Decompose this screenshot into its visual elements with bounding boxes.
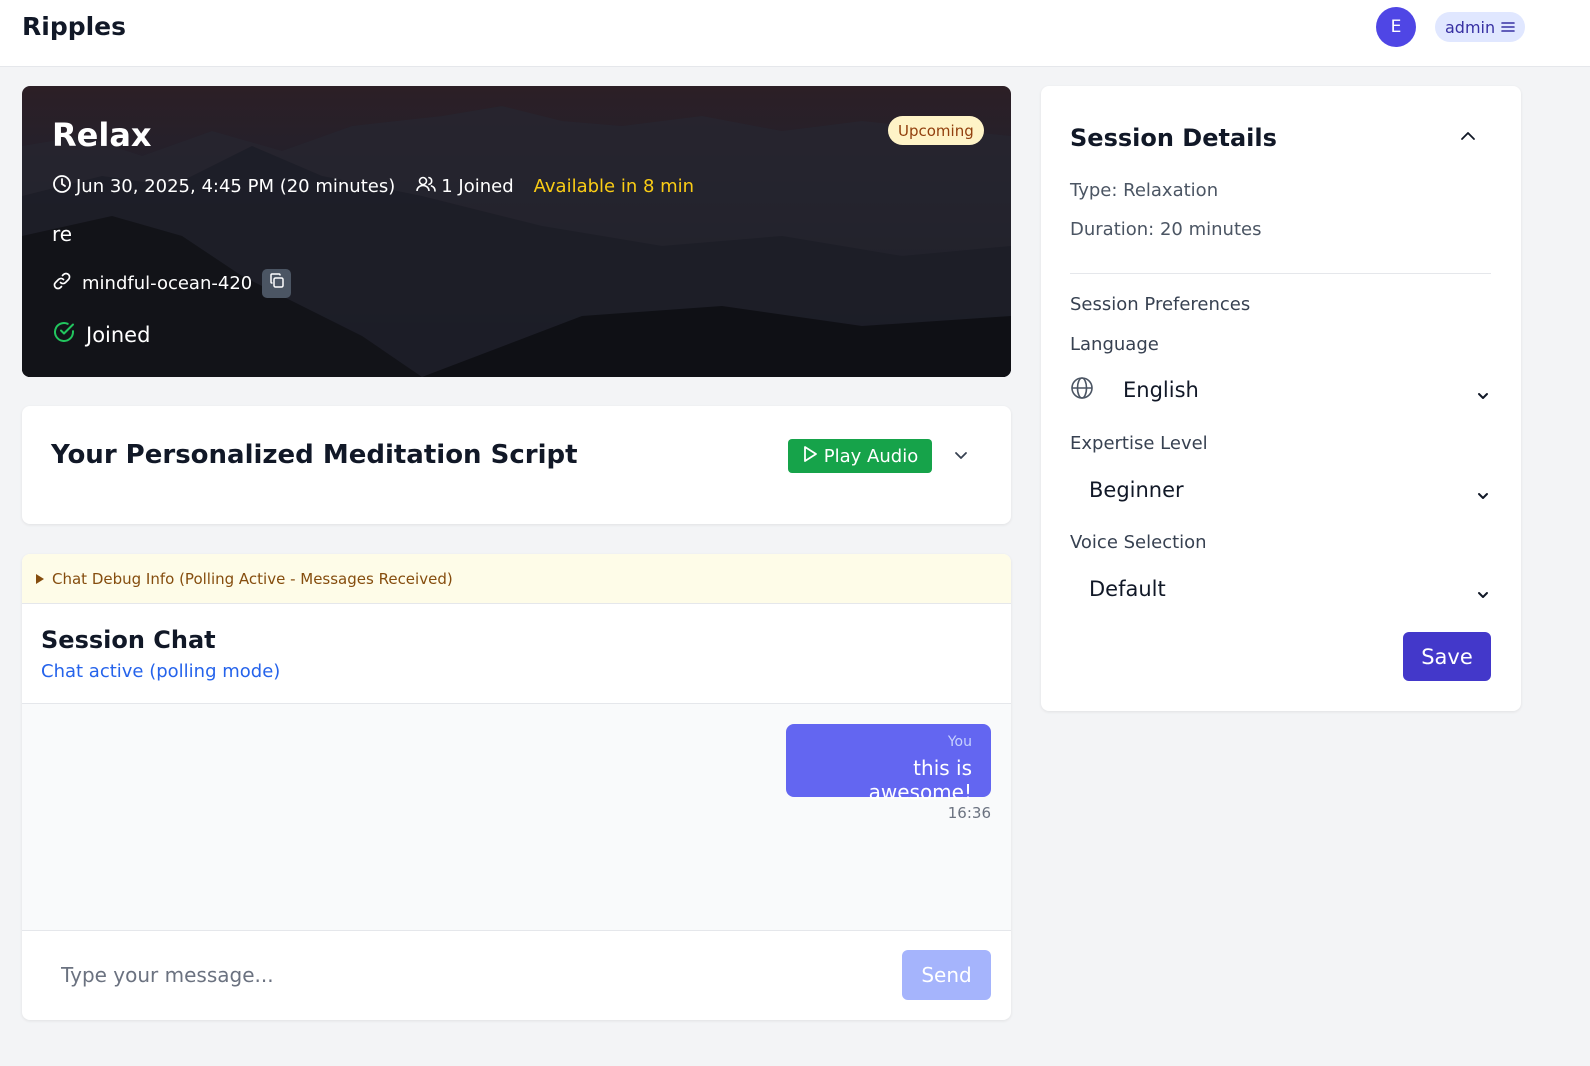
voice-value: Default bbox=[1089, 577, 1166, 601]
joined-status: Joined bbox=[52, 320, 150, 349]
session-duration: Duration: 20 minutes bbox=[1070, 219, 1262, 240]
session-meta: Jun 30, 2025, 4:45 PM (20 minutes) 1 Joi… bbox=[52, 174, 694, 198]
session-datetime: Jun 30, 2025, 4:45 PM (20 minutes) bbox=[52, 174, 395, 199]
users-icon bbox=[415, 174, 437, 199]
chat-title: Session Chat bbox=[41, 626, 216, 654]
globe-icon bbox=[1070, 376, 1094, 405]
top-bar: Ripples E admin bbox=[0, 0, 1590, 67]
voice-label: Voice Selection bbox=[1070, 532, 1207, 553]
session-description: re bbox=[52, 222, 73, 246]
chat-status: Chat active (polling mode) bbox=[41, 661, 281, 682]
user-menu-button[interactable]: admin bbox=[1435, 12, 1526, 42]
expertise-label: Expertise Level bbox=[1070, 433, 1208, 454]
message-text: this is awesome! bbox=[868, 756, 972, 804]
session-details-card: Session Details Type: Relaxation Duratio… bbox=[1041, 86, 1521, 711]
user-name: admin bbox=[1445, 17, 1496, 37]
preferences-heading: Session Preferences bbox=[1070, 294, 1251, 315]
room-code: mindful-ocean-420 bbox=[82, 273, 253, 294]
divider bbox=[1070, 273, 1491, 274]
session-hero-card: Relax Upcoming Jun 30, 2025, 4:45 PM (20… bbox=[22, 86, 1011, 377]
chevron-down-icon bbox=[1477, 483, 1489, 507]
chat-message-input[interactable] bbox=[42, 950, 892, 1000]
voice-select[interactable]: Default bbox=[1070, 569, 1491, 609]
expand-script-chevron-down-icon[interactable] bbox=[952, 446, 970, 468]
triangle-right-icon bbox=[36, 570, 44, 588]
session-type: Type: Relaxation bbox=[1070, 180, 1219, 201]
expertise-select[interactable]: Beginner bbox=[1070, 470, 1491, 510]
availability-text: Available in 8 min bbox=[533, 175, 695, 197]
chat-messages[interactable]: You this is awesome! 16:36 bbox=[22, 704, 1011, 931]
chevron-down-icon bbox=[1477, 383, 1489, 407]
link-icon bbox=[52, 271, 72, 296]
room-code-row: mindful-ocean-420 bbox=[52, 269, 292, 298]
message-sender: You bbox=[947, 734, 972, 750]
check-circle-icon bbox=[52, 320, 76, 349]
send-button[interactable]: Send bbox=[902, 950, 991, 1000]
chat-header: Session Chat Chat active (polling mode) bbox=[22, 604, 1011, 704]
chat-debug-toggle[interactable]: Chat Debug Info (Polling Active - Messag… bbox=[22, 554, 1011, 604]
clock-icon bbox=[52, 174, 72, 199]
chevron-down-icon bbox=[1477, 582, 1489, 606]
mountain-background bbox=[22, 106, 1011, 377]
chat-message: You this is awesome! bbox=[786, 724, 991, 804]
play-audio-button[interactable]: Play Audio bbox=[788, 439, 932, 473]
session-chat-card: Chat Debug Info (Polling Active - Messag… bbox=[22, 554, 1011, 1020]
script-title: Your Personalized Meditation Script bbox=[51, 440, 578, 470]
copy-code-button[interactable] bbox=[262, 269, 292, 298]
language-label: Language bbox=[1070, 334, 1159, 355]
details-title: Session Details bbox=[1070, 124, 1277, 152]
language-select[interactable]: English bbox=[1070, 370, 1491, 410]
avatar[interactable]: E bbox=[1376, 7, 1416, 47]
session-title: Relax bbox=[52, 116, 152, 154]
meditation-script-card: Your Personalized Meditation Script Play… bbox=[22, 406, 1011, 524]
menu-icon bbox=[1501, 18, 1515, 37]
message-time: 16:36 bbox=[947, 804, 991, 822]
save-button[interactable]: Save bbox=[1403, 632, 1491, 681]
play-icon bbox=[802, 445, 818, 468]
copy-icon bbox=[268, 272, 286, 295]
joined-count: 1 Joined bbox=[415, 174, 514, 199]
status-badge: Upcoming bbox=[888, 116, 984, 145]
collapse-details-chevron-up-icon[interactable] bbox=[1458, 126, 1478, 150]
brand-logo[interactable]: Ripples bbox=[22, 12, 126, 41]
expertise-value: Beginner bbox=[1089, 478, 1184, 502]
language-value: English bbox=[1123, 378, 1199, 402]
